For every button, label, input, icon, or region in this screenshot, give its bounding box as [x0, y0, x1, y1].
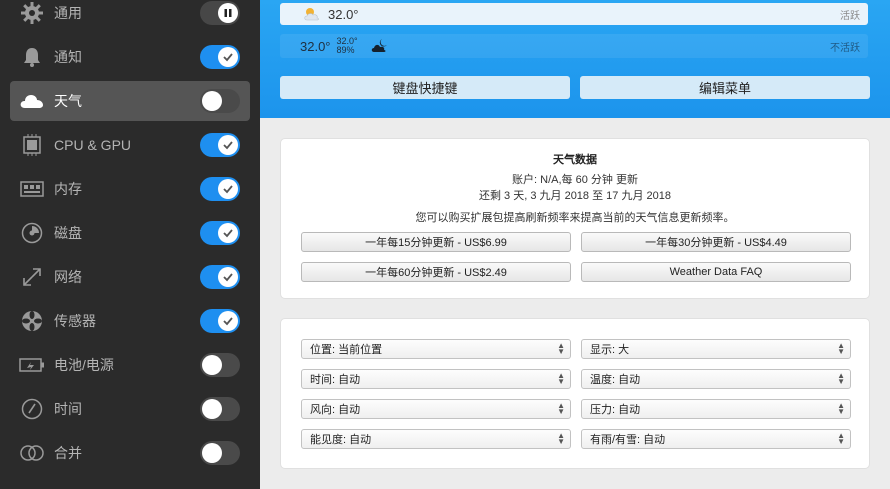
cloud-moon-icon: [370, 38, 390, 54]
rain-snow-select[interactable]: 有雨/有雪: 自动 ▲ ▼: [581, 429, 851, 449]
battery-icon: [18, 351, 46, 379]
select-value: 压力: 自动: [590, 404, 641, 416]
visibility-select[interactable]: 能见度: 自动 ▲ ▼: [301, 429, 571, 449]
memory-icon: [18, 175, 46, 203]
weather-data-title: 天气数据: [553, 154, 597, 166]
disk-icon: [18, 219, 46, 247]
sidebar-item-general[interactable]: 通用: [10, 0, 250, 33]
buy-30min-button[interactable]: 一年每30分钟更新 - US$4.49: [581, 232, 851, 252]
sidebar-item-label: CPU & GPU: [54, 137, 132, 153]
chevron-updown-icon: ▲ ▼: [557, 371, 565, 386]
preview-temperature: 32.0°: [328, 6, 359, 22]
sidebar-item-label: 内存: [54, 181, 82, 197]
preview-temperature: 32.0°: [300, 38, 331, 54]
notifications-toggle[interactable]: [200, 45, 240, 69]
select-value: 能见度: 自动: [310, 434, 372, 446]
menubar-preview-inactive: 32.0° 32.0° 89% 不活跃: [280, 34, 868, 58]
checkmark-icon: [218, 311, 238, 331]
sidebar-item-label: 通用: [54, 5, 82, 21]
chevron-updown-icon: ▲ ▼: [837, 371, 845, 386]
preview-banner: 32.0° 活跃 32.0° 32.0° 89% 不活跃 键盘快捷键 编辑菜单: [260, 0, 890, 118]
overlapping-circles-icon: [18, 439, 46, 467]
chevron-updown-icon: ▲ ▼: [837, 431, 845, 446]
sidebar-item-time[interactable]: 时间: [10, 389, 250, 429]
buy-60min-button[interactable]: 一年每60分钟更新 - US$2.49: [301, 262, 571, 282]
sidebar-item-label: 网络: [54, 269, 82, 285]
select-value: 温度: 自动: [590, 374, 641, 386]
clock-icon: [18, 395, 46, 423]
sidebar-item-network[interactable]: 网络: [10, 257, 250, 297]
sidebar-item-sensors[interactable]: 传感器: [10, 301, 250, 341]
chevron-updown-icon: ▲ ▼: [837, 401, 845, 416]
sidebar-item-cpu-gpu[interactable]: CPU & GPU: [10, 125, 250, 165]
remaining-period: 还剩 3 天, 3 九月 2018 至 17 九月 2018: [479, 190, 671, 202]
sensors-toggle[interactable]: [200, 309, 240, 333]
sidebar-item-combine[interactable]: 合并: [10, 433, 250, 473]
fan-icon: [18, 307, 46, 335]
sidebar-item-label: 传感器: [54, 313, 96, 329]
temperature-select[interactable]: 温度: 自动 ▲ ▼: [581, 369, 851, 389]
network-arrows-icon: [18, 263, 46, 291]
preview-mini-humidity: 89%: [336, 45, 355, 55]
chevron-updown-icon: ▲ ▼: [557, 401, 565, 416]
bell-icon: [18, 43, 46, 71]
pause-toggle[interactable]: [200, 1, 240, 25]
upsell-text: 您可以购买扩展包提高刷新频率来提高当前的天气信息更新频率。: [415, 212, 735, 224]
weather-settings-card: 位置: 当前位置 ▲ ▼ 显示: 大 ▲ ▼ 时间: 自动 ▲ ▼ 温度: 自动 ▲ ▼ 风向:…: [280, 318, 870, 469]
chevron-updown-icon: ▲ ▼: [837, 341, 845, 356]
preview-mini-readout: 32.0° 89%: [337, 37, 358, 55]
location-select[interactable]: 位置: 当前位置 ▲ ▼: [301, 339, 571, 359]
combine-toggle[interactable]: [200, 441, 240, 465]
sidebar-item-label: 通知: [54, 49, 82, 65]
memory-toggle[interactable]: [200, 177, 240, 201]
account-info: 账户: N/A,每 60 分钟 更新: [512, 174, 638, 186]
sidebar-item-weather[interactable]: 天气: [10, 81, 250, 121]
chip-icon: [18, 131, 46, 159]
checkmark-icon: [218, 179, 238, 199]
battery-toggle[interactable]: [200, 353, 240, 377]
chevron-updown-icon: ▲ ▼: [557, 431, 565, 446]
preview-state-active: 活跃: [840, 10, 860, 22]
weather-toggle[interactable]: [200, 89, 240, 113]
chevron-updown-icon: ▲ ▼: [557, 341, 565, 356]
edit-menu-button[interactable]: 编辑菜单: [580, 76, 870, 99]
sidebar: 通用 通知 天气 CPU & GPU 内存 磁盘 网络 传感器 电池/电源 时间…: [0, 0, 260, 489]
checkmark-icon: [218, 267, 238, 287]
sidebar-item-battery[interactable]: 电池/电源: [10, 345, 250, 385]
keyboard-shortcuts-button[interactable]: 键盘快捷键: [280, 76, 570, 99]
sun-cloud-icon: [302, 6, 322, 22]
time-toggle[interactable]: [200, 397, 240, 421]
display-size-select[interactable]: 显示: 大 ▲ ▼: [581, 339, 851, 359]
pause-icon: [218, 3, 238, 23]
checkmark-icon: [218, 135, 238, 155]
cpu-gpu-toggle[interactable]: [200, 133, 240, 157]
sidebar-item-label: 磁盘: [54, 225, 82, 241]
sidebar-item-label: 电池/电源: [54, 357, 114, 373]
pressure-select[interactable]: 压力: 自动 ▲ ▼: [581, 399, 851, 419]
sidebar-item-memory[interactable]: 内存: [10, 169, 250, 209]
cloud-icon: [18, 87, 46, 115]
select-value: 时间: 自动: [310, 374, 361, 386]
select-value: 风向: 自动: [310, 404, 361, 416]
checkmark-icon: [218, 47, 238, 67]
select-value: 显示: 大: [590, 344, 630, 356]
time-select[interactable]: 时间: 自动 ▲ ▼: [301, 369, 571, 389]
checkmark-icon: [218, 223, 238, 243]
network-toggle[interactable]: [200, 265, 240, 289]
sidebar-item-notifications[interactable]: 通知: [10, 37, 250, 77]
buy-15min-button[interactable]: 一年每15分钟更新 - US$6.99: [301, 232, 571, 252]
select-value: 有雨/有雪: 自动: [590, 434, 666, 446]
wind-direction-select[interactable]: 风向: 自动 ▲ ▼: [301, 399, 571, 419]
sidebar-item-label: 天气: [54, 93, 82, 109]
preview-state-inactive: 不活跃: [830, 42, 860, 54]
sidebar-item-label: 合并: [54, 445, 82, 461]
weather-data-faq-button[interactable]: Weather Data FAQ: [581, 262, 851, 282]
sidebar-item-label: 时间: [54, 401, 82, 417]
select-value: 位置: 当前位置: [310, 344, 383, 356]
disk-toggle[interactable]: [200, 221, 240, 245]
menubar-preview-active: 32.0° 活跃: [280, 3, 868, 25]
gear-icon: [18, 0, 46, 27]
sidebar-item-disk[interactable]: 磁盘: [10, 213, 250, 253]
weather-data-card: 天气数据 账户: N/A,每 60 分钟 更新 还剩 3 天, 3 九月 201…: [280, 138, 870, 299]
